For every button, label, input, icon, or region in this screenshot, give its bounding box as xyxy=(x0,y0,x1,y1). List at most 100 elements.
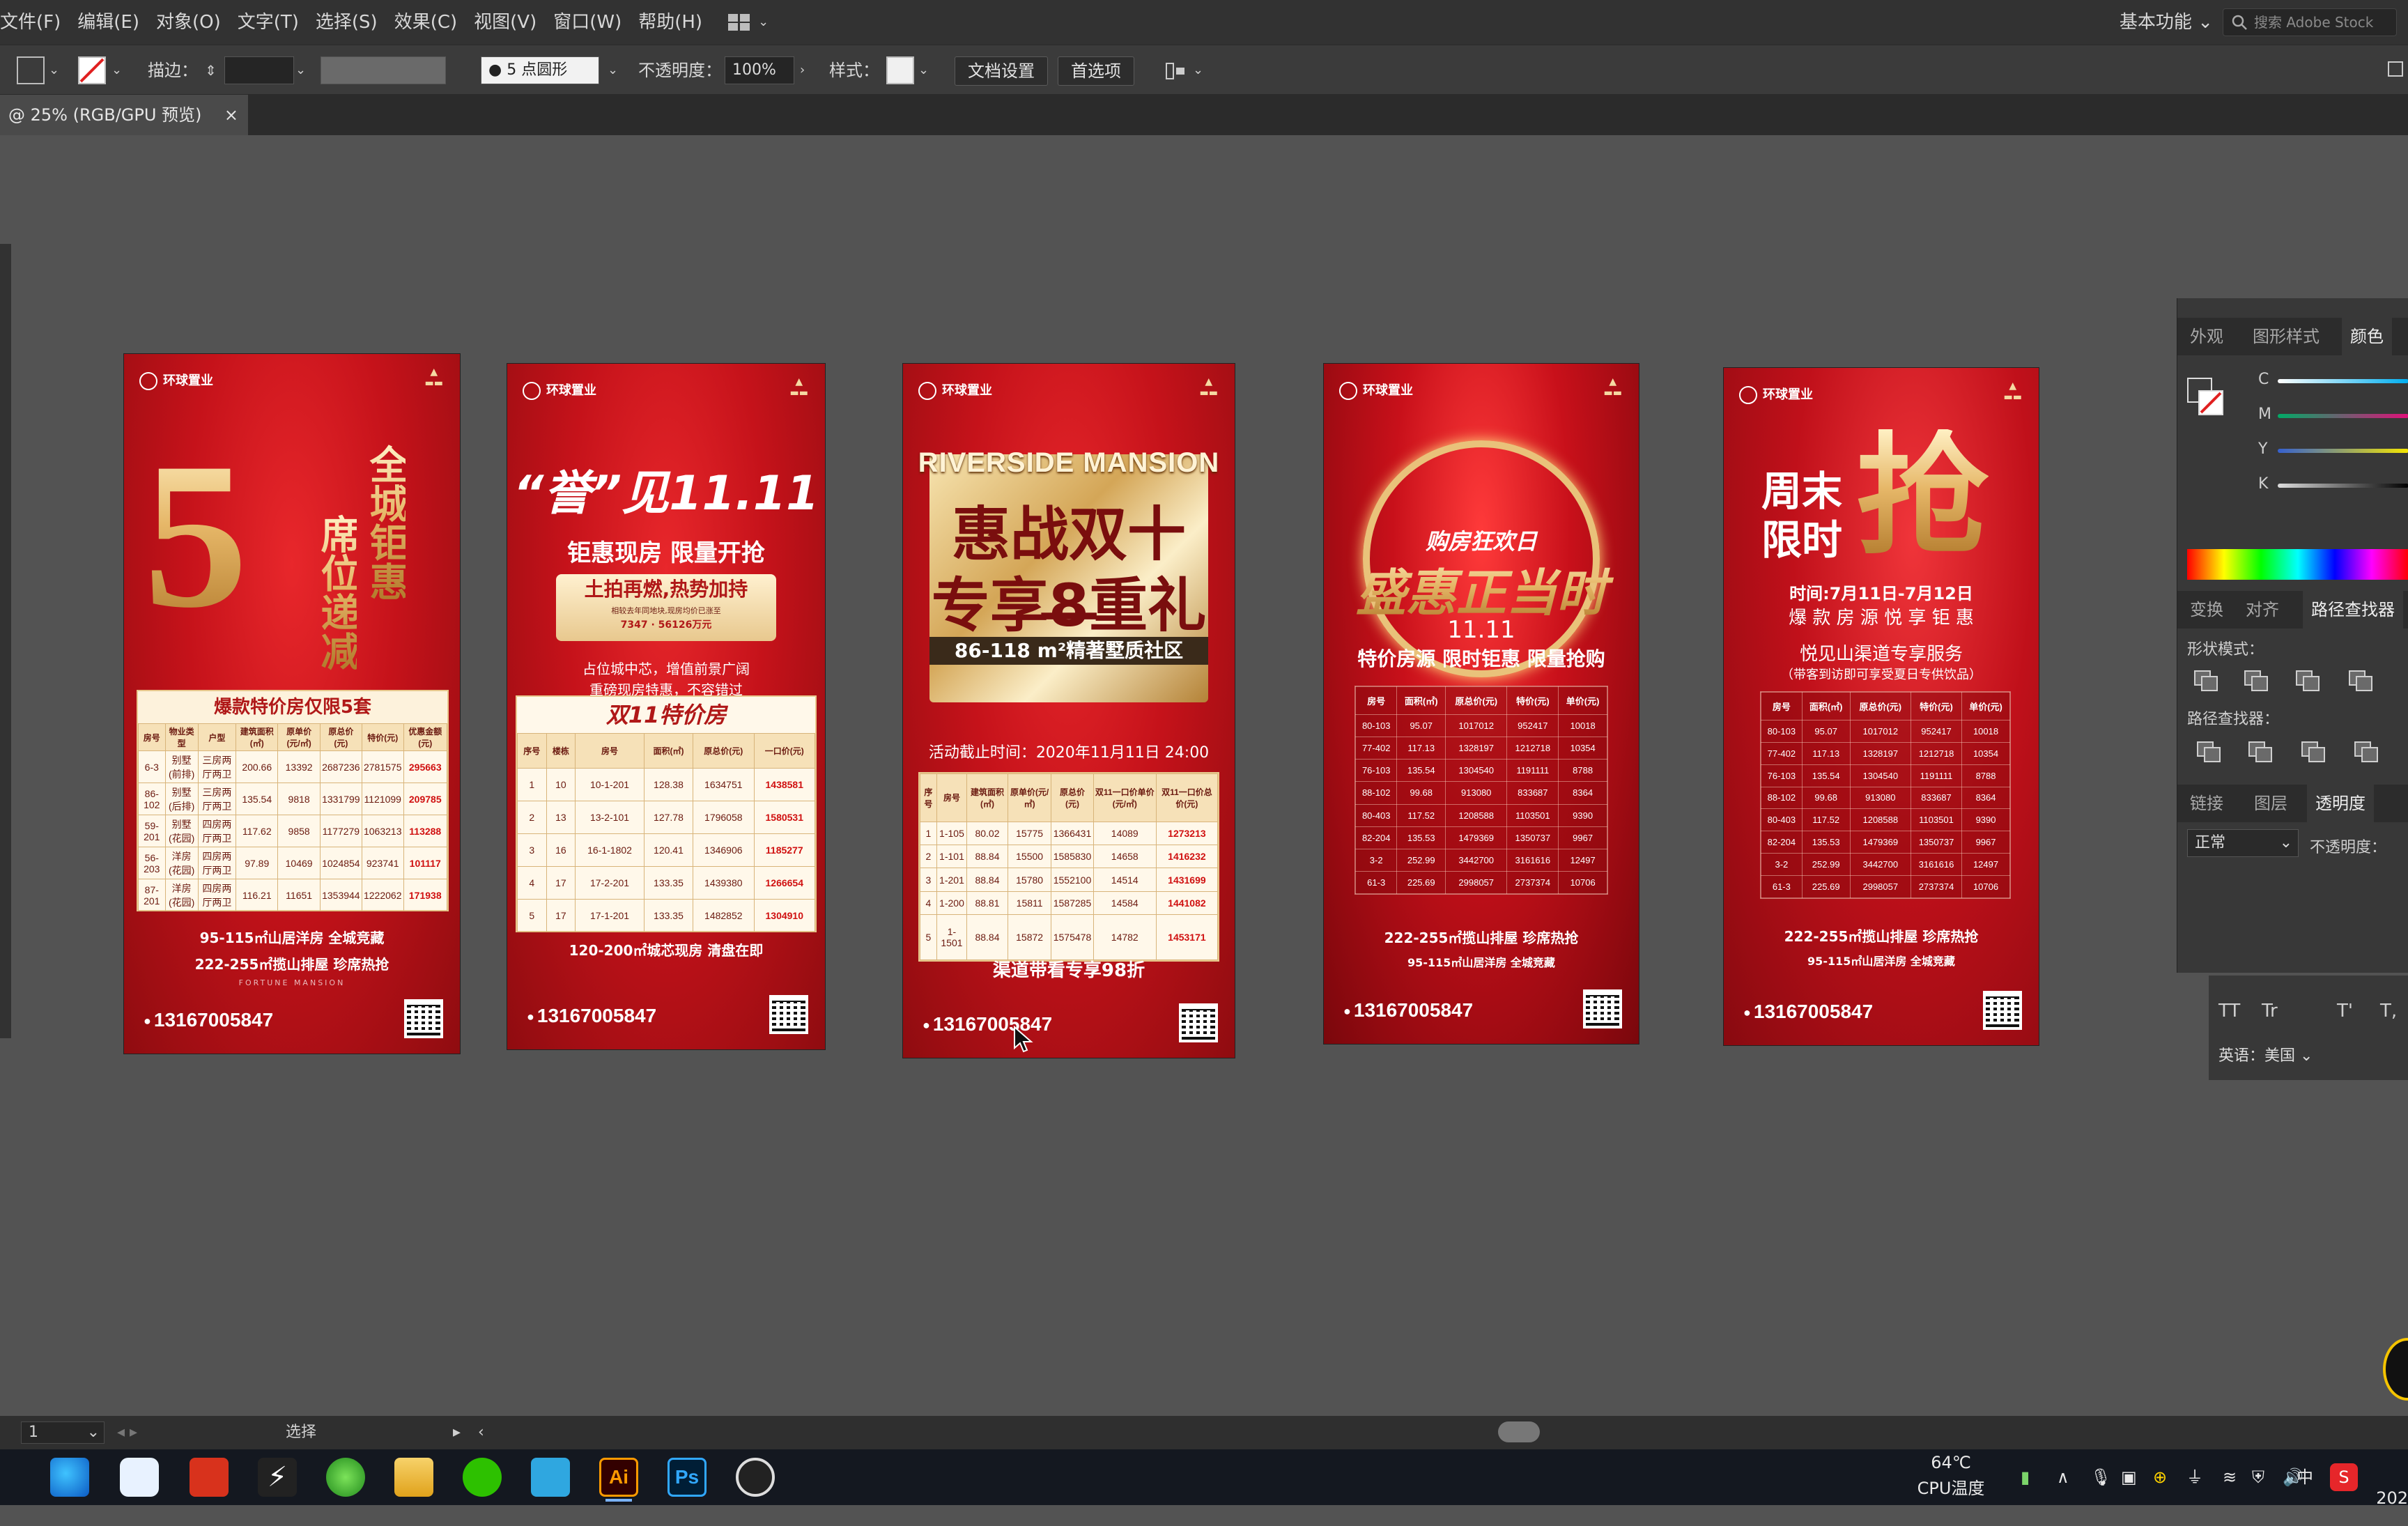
align-options-icon[interactable] xyxy=(1164,59,1187,83)
tab-transform[interactable]: 变换 xyxy=(2190,591,2223,629)
stroke-weight-stepper[interactable]: ⇕ xyxy=(205,56,217,84)
prev-artboard-icon[interactable]: ◂ ▸ xyxy=(117,1416,137,1449)
tab-layers[interactable]: 图层 xyxy=(2254,785,2287,822)
tools-panel[interactable] xyxy=(0,244,11,1038)
wechat-icon[interactable] xyxy=(463,1458,502,1497)
tab-graphic-styles[interactable]: 图形样式 xyxy=(2253,318,2320,355)
graphic-style-swatch[interactable] xyxy=(886,56,914,84)
chevron-right-icon[interactable]: › xyxy=(800,56,805,84)
tab-links[interactable]: 链接 xyxy=(2190,785,2223,822)
battery-icon[interactable]: ▮ xyxy=(2021,1449,2030,1505)
table-row: 3 16 16-1-1802 120.41 1346906 1185277 xyxy=(517,833,816,867)
stroke-swatch[interactable] xyxy=(2198,390,2223,415)
document-tab[interactable]: @ 25% (RGB/GPU 预览) × xyxy=(0,95,248,135)
table-row: 56-203 洋房(花园) 四房两厅两卫 97.89 10469 1024854 92374… xyxy=(138,847,447,880)
close-icon[interactable]: × xyxy=(224,95,238,135)
chevron-down-icon[interactable]: ⌄ xyxy=(608,56,618,84)
add-icon[interactable]: ⊕ xyxy=(2153,1449,2167,1505)
arrange-documents-button[interactable]: ⌄ xyxy=(727,8,769,36)
tab-transparency[interactable]: 透明度 xyxy=(2307,785,2374,822)
baidu-netdisk-icon[interactable] xyxy=(120,1458,159,1497)
red-app-icon[interactable] xyxy=(190,1458,229,1497)
exclude-button[interactable] xyxy=(2347,669,2372,691)
tab-appearance[interactable]: 外观 xyxy=(2190,318,2223,355)
photoshop-icon[interactable]: Ps xyxy=(667,1458,707,1497)
preferences-button[interactable]: 首选项 xyxy=(1058,56,1134,86)
edge-browser-icon[interactable] xyxy=(50,1458,89,1497)
screen-capture-icon[interactable]: ▣ xyxy=(2121,1449,2137,1505)
menu-select[interactable]: 选择(S) xyxy=(307,0,386,45)
performance-badge[interactable] xyxy=(2383,1338,2408,1401)
artboard-4[interactable]: 环球置业 ▲ ▬▬ 购房狂欢日 盛惠正当时 11.11 特价房源 限时钜惠 限量抢… xyxy=(1324,364,1639,1044)
opacity-field[interactable]: 100% xyxy=(725,56,794,84)
document-setup-button[interactable]: 文档设置 xyxy=(955,56,1048,86)
horizontal-scrollbar-thumb[interactable] xyxy=(1498,1421,1540,1442)
artboard-5[interactable]: 环球置业 ▲ ▬▬ 周末 限时 抢 时间:7月11日-7月12日 爆 款 房 源 … xyxy=(1724,368,2039,1045)
stroke-swatch[interactable] xyxy=(78,56,106,84)
superscript-button[interactable]: T' xyxy=(2337,1001,2353,1022)
artboard-number-field[interactable]: 1 ⌄ xyxy=(21,1421,105,1444)
language-select[interactable]: 英语：美国 ⌄ xyxy=(2218,1044,2341,1069)
chevron-down-icon[interactable]: ⌄ xyxy=(111,56,122,84)
fill-stroke-widget[interactable] xyxy=(2187,364,2229,415)
stroke-weight-field[interactable] xyxy=(224,56,294,84)
menu-object[interactable]: 对象(O) xyxy=(148,0,229,45)
menu-type[interactable]: 文字(T) xyxy=(229,0,307,45)
all-caps-button[interactable]: TT xyxy=(2218,1001,2240,1022)
crop-button[interactable] xyxy=(2353,740,2378,762)
menu-help[interactable]: 帮助(H) xyxy=(630,0,711,45)
security-icon[interactable]: ⛨ xyxy=(2252,1449,2264,1505)
speaker-device-icon[interactable]: ⏚ xyxy=(2186,1449,2203,1505)
cmyk-m-slider[interactable] xyxy=(2278,414,2408,418)
cpu-temp-widget[interactable]: 64℃ CPU温度 xyxy=(1909,1449,1993,1505)
chevron-right-icon[interactable]: ▸ xyxy=(453,1416,461,1449)
chevron-down-icon[interactable]: ⌄ xyxy=(1193,56,1203,84)
stock-search-input[interactable]: 搜索 Adobe Stock xyxy=(2223,8,2397,36)
cmyk-k-slider[interactable] xyxy=(2278,484,2408,488)
chevron-down-icon[interactable]: ⌄ xyxy=(295,56,306,84)
menu-effect[interactable]: 效果(C) xyxy=(386,0,465,45)
workspace-switcher[interactable]: 基本功能 ⌄ xyxy=(2120,0,2213,45)
notes-app-icon[interactable] xyxy=(531,1458,570,1497)
fill-swatch[interactable] xyxy=(17,56,45,84)
obs-icon[interactable] xyxy=(736,1458,775,1497)
menu-file[interactable]: 文件(F) xyxy=(0,0,69,45)
cmyk-c-slider[interactable] xyxy=(2278,379,2408,383)
blend-mode-select[interactable]: 正常 ⌄ xyxy=(2187,829,2299,857)
file-explorer-icon[interactable] xyxy=(394,1458,433,1497)
sogou-ime-icon[interactable]: S xyxy=(2330,1463,2358,1491)
chevron-down-icon[interactable]: ⌄ xyxy=(49,56,59,84)
unite-button[interactable] xyxy=(2193,669,2218,691)
divide-button[interactable] xyxy=(2195,740,2221,762)
ime-indicator[interactable]: 中 xyxy=(2297,1449,2313,1505)
artboard-1[interactable]: 环球置业 ▲ ▬▬ 5 全城钜惠 席位递减 爆款特价房仅限5套 房号 物业类型 户型建… xyxy=(124,354,460,1054)
lightning-app-icon[interactable]: ⚡ xyxy=(258,1458,297,1497)
small-caps-button[interactable]: Tr xyxy=(2262,1001,2278,1022)
menu-window[interactable]: 窗口(W) xyxy=(545,0,630,45)
merge-button[interactable] xyxy=(2300,740,2325,762)
trim-button[interactable] xyxy=(2247,740,2272,762)
menu-view[interactable]: 视图(V) xyxy=(465,0,545,45)
artboard-2[interactable]: 环球置业 ▲ ▬▬ “誉”见11.11 钜惠现房 限量开抢 土拍再燃,热势加持 相… xyxy=(507,364,825,1049)
color-spectrum[interactable] xyxy=(2187,549,2408,580)
subscript-button[interactable]: T, xyxy=(2380,1001,2397,1022)
tab-align[interactable]: 对齐 xyxy=(2246,591,2279,629)
variable-width-profile[interactable] xyxy=(321,56,446,84)
artboard-3[interactable]: 环球置业 ▲ ▬▬ RIVERSIDE MANSION 惠战双十一 专享8重礼 8… xyxy=(903,364,1235,1058)
chevron-down-icon[interactable]: ⌄ xyxy=(918,56,929,84)
cmyk-y-slider[interactable] xyxy=(2278,449,2408,453)
menu-edit[interactable]: 编辑(E) xyxy=(69,0,148,45)
tab-pathfinder[interactable]: 路径查找器 xyxy=(2303,591,2403,629)
chevron-left-icon[interactable]: ‹ xyxy=(478,1416,484,1449)
panel-collapse-icon[interactable] xyxy=(2387,61,2404,77)
wifi-icon[interactable]: ≋ xyxy=(2223,1449,2237,1505)
microphone-icon[interactable]: 🎙 xyxy=(2090,1449,2111,1505)
intersect-button[interactable] xyxy=(2294,669,2320,691)
360-browser-icon[interactable] xyxy=(326,1458,365,1497)
show-hidden-icons-icon[interactable]: ∧ xyxy=(2057,1449,2069,1505)
illustrator-icon[interactable]: Ai xyxy=(599,1458,638,1502)
minus-front-button[interactable] xyxy=(2243,669,2268,691)
tab-color[interactable]: 颜色 xyxy=(2342,318,2392,355)
clock[interactable]: 202 xyxy=(2373,1449,2408,1508)
brush-definition[interactable]: ● 5 点圆形 xyxy=(481,56,599,84)
